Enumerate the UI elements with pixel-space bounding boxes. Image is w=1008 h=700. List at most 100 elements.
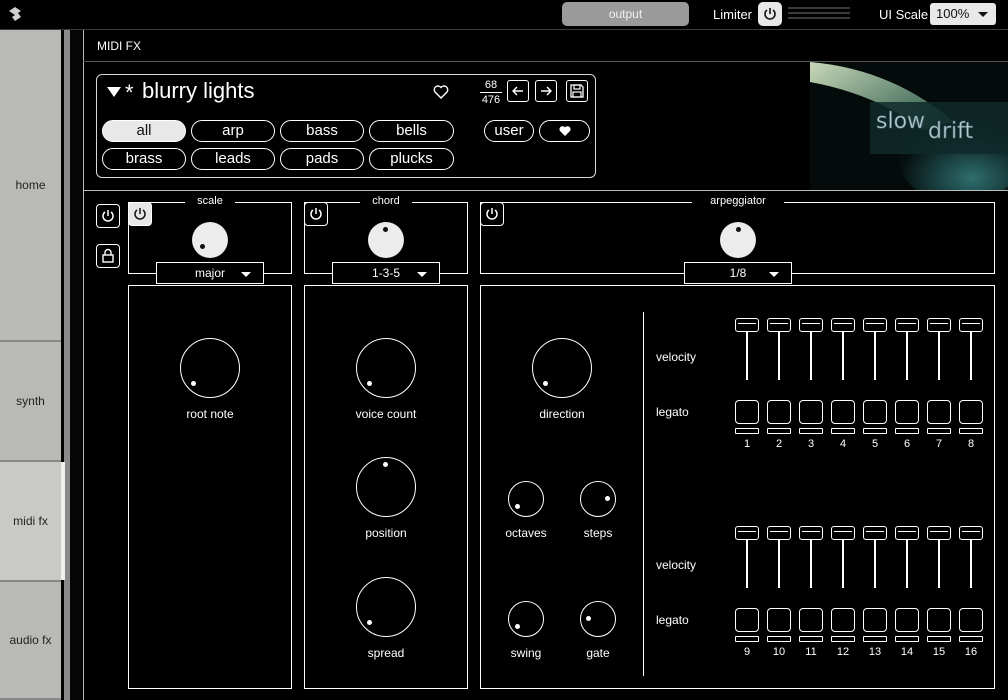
preset-index: 68 <box>484 79 498 91</box>
filter-bass[interactable]: bass <box>280 120 364 142</box>
output-level-meter <box>788 7 856 20</box>
velocity-slider-8[interactable] <box>959 318 983 380</box>
heart-filled-icon <box>558 126 571 136</box>
step-indicator-10 <box>767 636 791 642</box>
velocity-slider-4[interactable] <box>831 318 855 380</box>
velocity-slider-16[interactable] <box>959 526 983 588</box>
preset-menu-caret-icon[interactable] <box>107 87 121 97</box>
filter-bells[interactable]: bells <box>369 120 454 142</box>
arpeggiator-power-button[interactable] <box>480 202 504 226</box>
sidebar-item-synth[interactable]: synth <box>0 342 61 462</box>
lock-button[interactable] <box>96 244 120 268</box>
velocity-slider-10[interactable] <box>767 526 791 588</box>
step-number-16: 16 <box>964 646 978 658</box>
limiter-power-button[interactable] <box>758 2 782 26</box>
chevron-down-icon <box>241 272 251 277</box>
velocity-slider-6[interactable] <box>895 318 919 380</box>
filter-plucks[interactable]: plucks <box>369 148 454 170</box>
legato-toggle-16[interactable] <box>959 608 983 632</box>
filter-brass[interactable]: brass <box>102 148 186 170</box>
legato-toggle-14[interactable] <box>895 608 919 632</box>
preset-name[interactable]: blurry lights <box>142 78 254 104</box>
filter-leads[interactable]: leads <box>191 148 275 170</box>
scale-type-select[interactable]: major <box>156 262 264 284</box>
legato-toggle-5[interactable] <box>863 400 887 424</box>
step-indicator-16 <box>959 636 983 642</box>
page-title: MIDI FX <box>97 39 141 53</box>
step-indicator-14 <box>895 636 919 642</box>
sidebar-item-home[interactable]: home <box>0 30 61 342</box>
scale-mix-knob[interactable] <box>192 222 228 258</box>
legato-toggle-15[interactable] <box>927 608 951 632</box>
app-logo-icon[interactable] <box>6 5 24 23</box>
legato-toggle-10[interactable] <box>767 608 791 632</box>
voice-count-knob[interactable] <box>356 338 416 398</box>
chord-type-value: 1-3-5 <box>371 266 400 280</box>
velocity-slider-14[interactable] <box>895 526 919 588</box>
brand-logo: slow <box>876 109 925 134</box>
velocity-slider-11[interactable] <box>799 526 823 588</box>
legato-toggle-4[interactable] <box>831 400 855 424</box>
sidebar-active-indicator <box>61 462 65 580</box>
chord-mix-knob[interactable] <box>368 222 404 258</box>
step-indicator-11 <box>799 636 823 642</box>
steps-knob[interactable] <box>580 481 616 517</box>
heart-icon[interactable] <box>432 83 450 101</box>
legato-toggle-6[interactable] <box>895 400 919 424</box>
spread-knob[interactable] <box>356 577 416 637</box>
output-button[interactable]: output <box>562 2 689 26</box>
legato-toggle-13[interactable] <box>863 608 887 632</box>
step-indicator-2 <box>767 428 791 434</box>
step-number-7: 7 <box>935 438 943 450</box>
next-preset-button[interactable] <box>535 80 557 102</box>
limiter-label: Limiter <box>713 7 753 22</box>
velocity-slider-13[interactable] <box>863 526 887 588</box>
sidebar-item-midi-fx[interactable]: midi fx <box>0 462 61 582</box>
velocity-slider-3[interactable] <box>799 318 823 380</box>
sidebar-item-audio-fx[interactable]: audio fx <box>0 582 61 700</box>
sidebar: home synth midi fx audio fx <box>0 30 70 700</box>
arp-rate-select[interactable]: 1/8 <box>684 262 792 284</box>
position-label: position <box>365 526 407 540</box>
legato-toggle-7[interactable] <box>927 400 951 424</box>
velocity-slider-2[interactable] <box>767 318 791 380</box>
arp-rate-value: 1/8 <box>729 266 747 280</box>
scale-power-button[interactable] <box>128 202 152 226</box>
chord-power-button[interactable] <box>304 202 328 226</box>
velocity-slider-5[interactable] <box>863 318 887 380</box>
arp-rate-mix-knob[interactable] <box>720 222 756 258</box>
root-note-knob[interactable] <box>180 338 240 398</box>
chord-type-select[interactable]: 1-3-5 <box>332 262 440 284</box>
legato-toggle-8[interactable] <box>959 400 983 424</box>
legato-toggle-12[interactable] <box>831 608 855 632</box>
filter-user[interactable]: user <box>484 120 534 142</box>
filter-favorites[interactable] <box>539 120 590 142</box>
filter-all[interactable]: all <box>102 120 186 142</box>
direction-knob[interactable] <box>532 338 592 398</box>
legato-toggle-3[interactable] <box>799 400 823 424</box>
step-indicator-9 <box>735 636 759 642</box>
velocity-slider-9[interactable] <box>735 526 759 588</box>
velocity-slider-1[interactable] <box>735 318 759 380</box>
midi-fx-power-button[interactable] <box>96 204 120 228</box>
legato-toggle-9[interactable] <box>735 608 759 632</box>
arrow-left-icon <box>512 86 523 96</box>
step-number-14: 14 <box>900 646 914 658</box>
legato-toggle-2[interactable] <box>767 400 791 424</box>
filter-arp[interactable]: arp <box>191 120 275 142</box>
octaves-knob[interactable] <box>508 481 544 517</box>
step-number-3: 3 <box>807 438 815 450</box>
save-preset-button[interactable] <box>566 80 588 102</box>
gate-knob[interactable] <box>580 601 616 637</box>
velocity-slider-15[interactable] <box>927 526 951 588</box>
divider <box>83 190 1008 191</box>
filter-pads[interactable]: pads <box>280 148 364 170</box>
legato-toggle-11[interactable] <box>799 608 823 632</box>
velocity-slider-12[interactable] <box>831 526 855 588</box>
ui-scale-select[interactable]: 100% <box>930 3 996 25</box>
legato-toggle-1[interactable] <box>735 400 759 424</box>
prev-preset-button[interactable] <box>507 80 529 102</box>
position-knob[interactable] <box>356 457 416 517</box>
swing-knob[interactable] <box>508 601 544 637</box>
velocity-slider-7[interactable] <box>927 318 951 380</box>
